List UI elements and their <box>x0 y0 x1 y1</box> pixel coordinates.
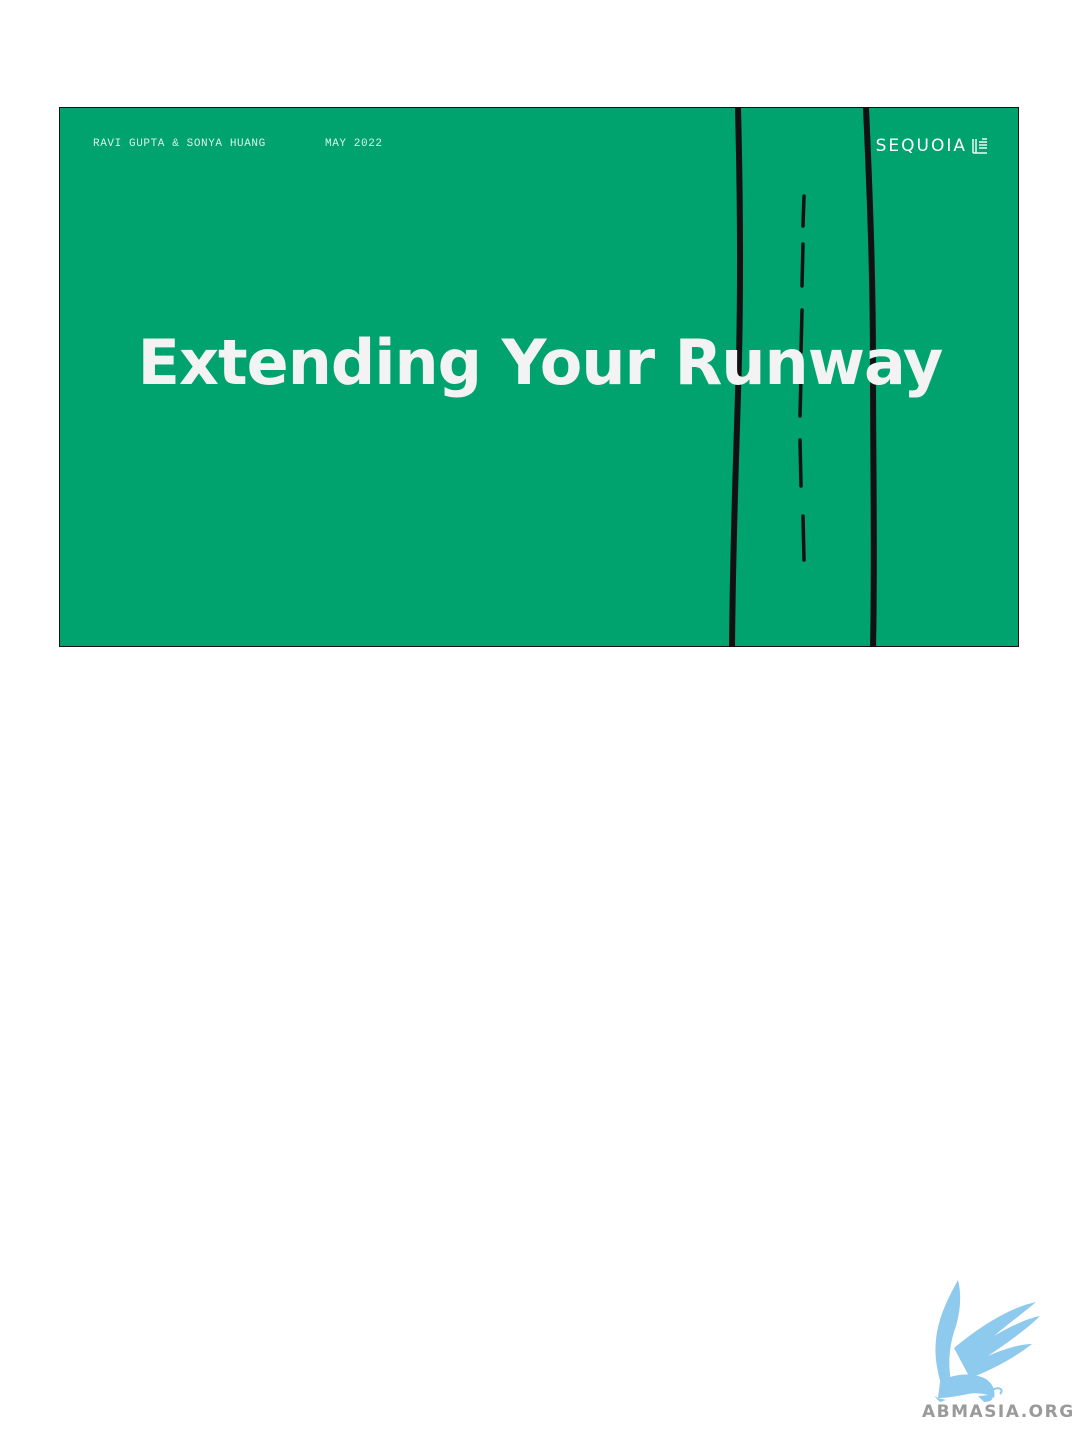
author-byline: RAVI GUPTA & SONYA HUANG <box>93 138 266 150</box>
brand-wordmark: SEQUOIA <box>875 136 967 156</box>
page: RAVI GUPTA & SONYA HUANG MAY 2022 SEQUOI… <box>0 0 1080 1440</box>
presentation-date: MAY 2022 <box>325 138 383 150</box>
slide-title: Extending Your Runway <box>137 326 944 399</box>
title-slide: RAVI GUPTA & SONYA HUANG MAY 2022 SEQUOI… <box>59 107 1019 647</box>
watermark-text: ABMASIA.ORG <box>922 1402 1075 1422</box>
sequoia-emblem-icon <box>972 138 987 154</box>
sequoia-logo: SEQUOIA <box>876 136 988 156</box>
